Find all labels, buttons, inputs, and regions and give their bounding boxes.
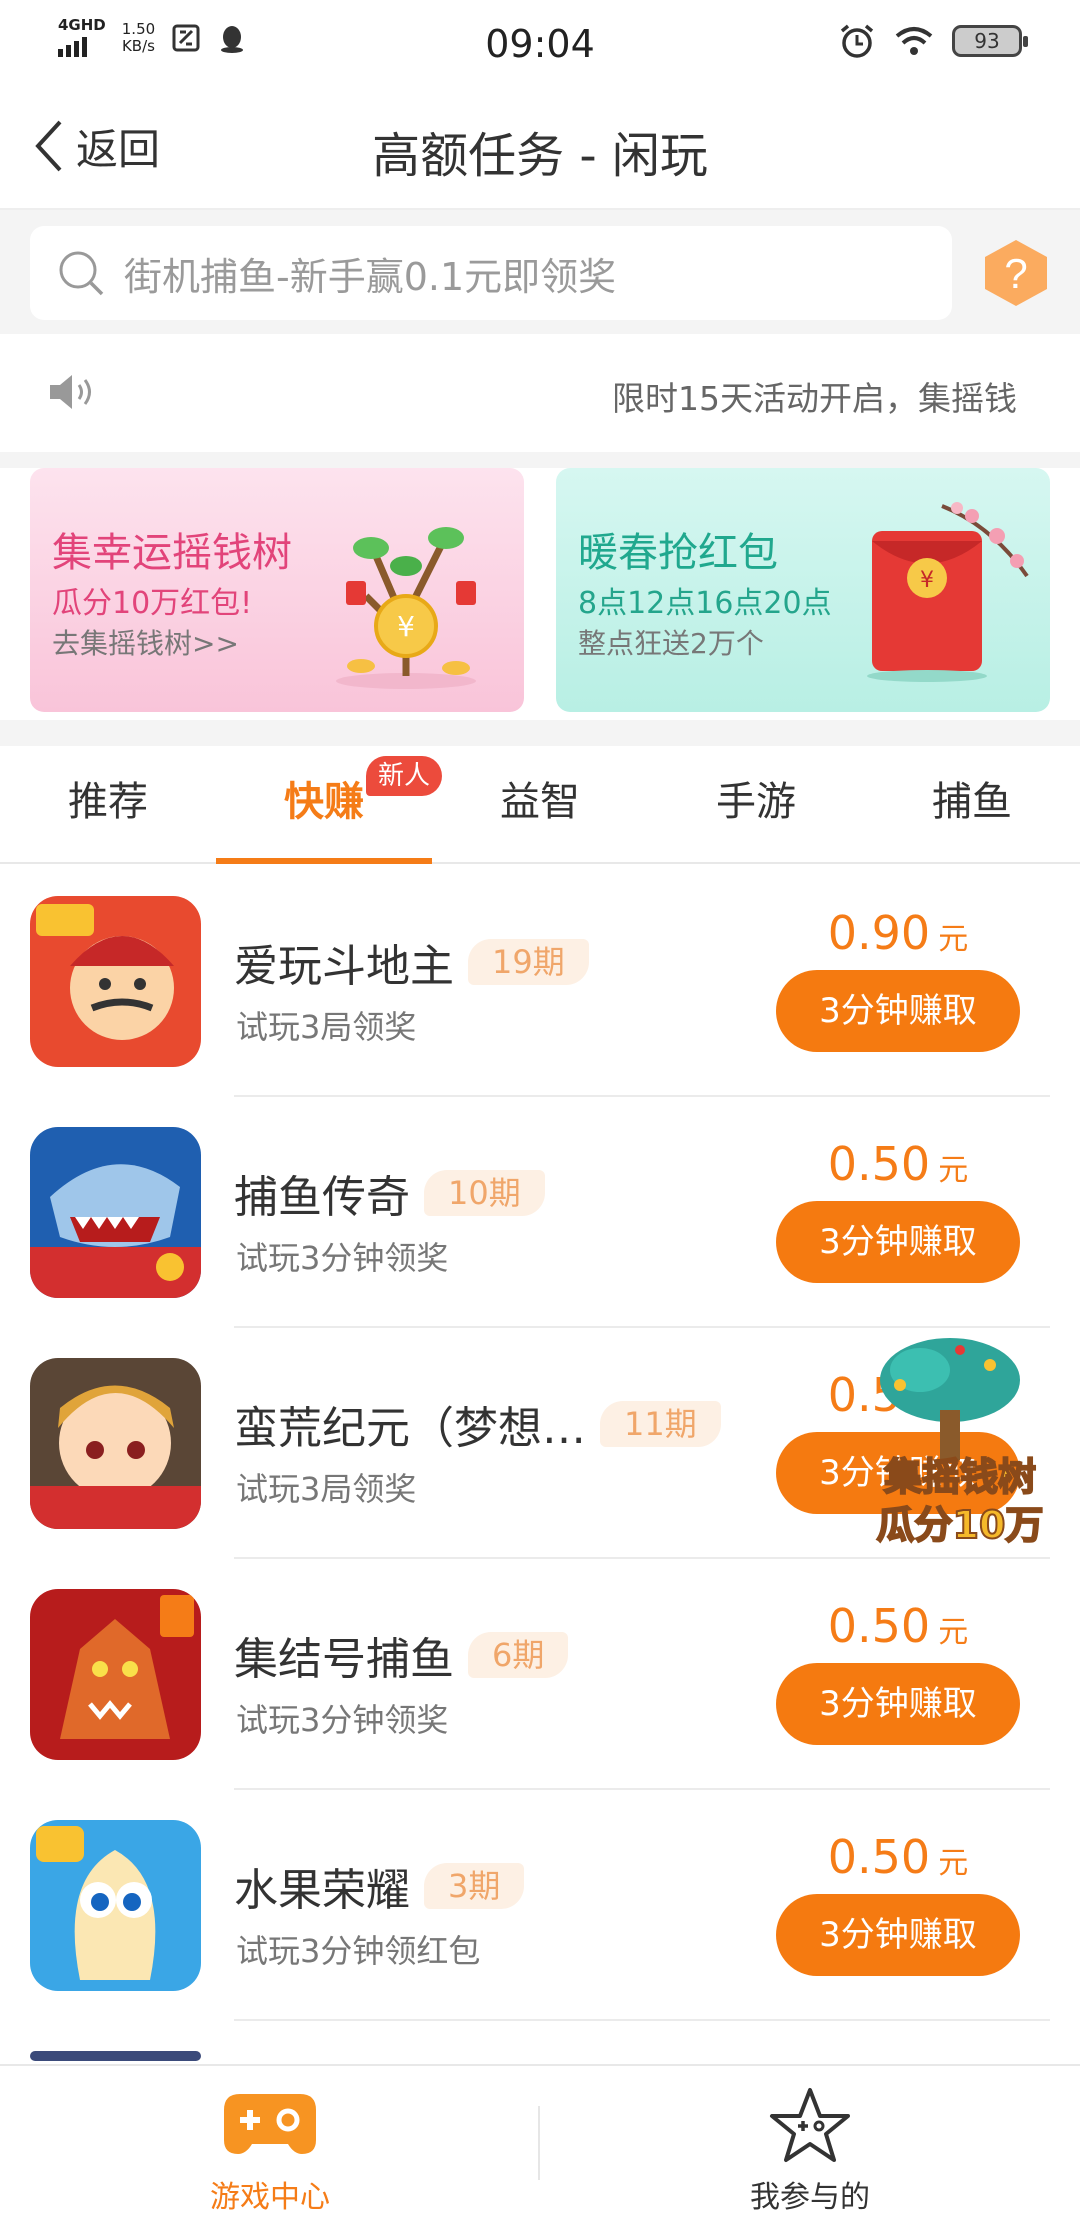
game-name: 爱玩斗地主 — [234, 941, 454, 992]
red-envelope-illustration: ¥ — [867, 502, 1029, 682]
reward-value: 0.50 — [827, 1830, 931, 1884]
reward-amount: 0.90 元 — [776, 906, 1020, 960]
page-title: 高额任务 - 闲玩 — [372, 128, 708, 184]
wifi-icon — [895, 27, 933, 55]
search-area: 街机捕鱼-新手赢0.1元即领奖 ? — [0, 210, 1080, 334]
divider — [0, 452, 1080, 468]
category-tabs: 推荐 快赚 益智 手游 捕鱼 新人 — [0, 746, 1080, 864]
nav-label: 游戏中心 — [210, 2180, 330, 2214]
reward-unit: 元 — [938, 1846, 969, 1881]
notice-bar[interactable]: 限时15天活动开启，集摇钱 — [0, 334, 1080, 452]
title-bar: 返回 高额任务 - 闲玩 — [0, 86, 1080, 210]
game-title-row: 爱玩斗地主 19期 — [234, 930, 589, 994]
status-right: 93 — [838, 22, 1028, 60]
list-item[interactable]: 捕鱼传奇 10期 试玩3分钟领奖 0.50 元 3分钟赚取 — [0, 1097, 1080, 1328]
tab-recommend[interactable]: 推荐 — [0, 746, 216, 864]
notice-text: 限时15天活动开启，集摇钱 — [612, 379, 1017, 418]
game-desc: 试玩3局领奖 — [236, 1470, 417, 1508]
money-tree-floating-button[interactable]: 集摇钱树 瓜分10万 — [860, 1330, 1060, 1550]
svg-text:?: ? — [1004, 250, 1027, 297]
tab-fishing[interactable]: 捕鱼 — [864, 746, 1080, 864]
reward-value: 0.50 — [827, 1599, 931, 1653]
active-tab-indicator — [216, 858, 432, 864]
banner-link: 整点狂送2万个 — [578, 627, 764, 660]
game-icon-fishing-legend — [30, 1127, 201, 1298]
banner-link: 去集摇钱树>> — [52, 627, 239, 660]
game-name: 集结号捕鱼 — [234, 1634, 454, 1685]
star-gamepad-icon — [770, 2088, 850, 2162]
battery-icon: 93 — [952, 25, 1028, 57]
divider — [0, 720, 1080, 746]
nav-game-center[interactable]: 游戏中心 — [0, 2066, 540, 2214]
game-icon-fruit-glory — [30, 1820, 201, 1991]
help-icon[interactable]: ? — [983, 238, 1049, 308]
nav-label: 我参与的 — [750, 2180, 870, 2214]
banner-subtitle: 瓜分10万红包! — [52, 586, 253, 621]
svg-text:¥: ¥ — [920, 568, 934, 593]
svg-text:¥: ¥ — [397, 610, 415, 643]
period-tag: 11期 — [600, 1401, 721, 1447]
reward-amount: 0.50元 — [776, 1599, 1020, 1653]
banner-title: 集幸运摇钱树 — [52, 530, 292, 576]
list-item[interactable]: 集结号捕鱼 6期 试玩3分钟领奖 0.50 元 3分钟赚取 — [0, 1559, 1080, 1790]
game-name: 蛮荒纪元（梦想… — [234, 1403, 586, 1454]
game-desc: 试玩3分钟领红包 — [236, 1932, 481, 1970]
game-desc: 试玩3分钟领奖 — [236, 1239, 449, 1277]
reward-unit: 元 — [938, 922, 969, 957]
earn-button[interactable]: 3分钟赚取 — [776, 970, 1020, 1052]
floating-badge-line2: 瓜分10万 — [877, 1503, 1044, 1547]
game-icon-manhuang — [30, 1358, 201, 1529]
game-title-row: 蛮荒纪元（梦想… 11期 — [234, 1392, 721, 1456]
search-placeholder: 街机捕鱼-新手赢0.1元即领奖 — [124, 254, 617, 299]
banner-subtitle: 8点12点16点20点 — [578, 586, 832, 621]
floating-badge-line1: 集摇钱树 — [883, 1455, 1036, 1499]
tab-mobile-games[interactable]: 手游 — [648, 746, 864, 864]
list-item-partial[interactable] — [0, 2021, 1080, 2061]
red-packet-banner[interactable]: 暖春抢红包 8点12点16点20点 整点狂送2万个 ¥ — [556, 468, 1050, 712]
search-icon — [59, 251, 104, 296]
period-tag: 6期 — [468, 1632, 569, 1678]
tab-puzzle[interactable]: 益智 — [432, 746, 648, 864]
money-tree-illustration: ¥ — [336, 527, 476, 689]
alarm-icon — [840, 24, 874, 58]
game-desc: 试玩3局领奖 — [236, 1008, 417, 1046]
nav-my-participation[interactable]: 我参与的 — [540, 2066, 1080, 2214]
reward-value: 0.90 — [827, 906, 931, 960]
game-icon-doudizhu — [30, 896, 201, 1067]
bottom-nav: 游戏中心 我参与的 — [0, 2064, 1080, 2214]
game-desc: 试玩3分钟领奖 — [236, 1701, 449, 1739]
reward-unit: 元 — [938, 1153, 969, 1188]
reward-unit: 元 — [938, 1615, 969, 1650]
period-tag: 3期 — [424, 1863, 525, 1909]
game-title-row: 集结号捕鱼 6期 — [234, 1623, 569, 1687]
gamepad-icon — [224, 2094, 316, 2154]
reward-amount: 0.50元 — [776, 1137, 1020, 1191]
list-item[interactable]: 水果荣耀 3期 试玩3分钟领红包 0.50 元 3分钟赚取 — [0, 1790, 1080, 2021]
banner-title: 暖春抢红包 — [578, 530, 778, 576]
period-tag: 19期 — [468, 939, 589, 985]
speaker-icon — [50, 375, 91, 409]
banner-section: 集幸运摇钱树 瓜分10万红包! 去集摇钱树>> ¥ 暖春抢红包 8点12点16点… — [0, 468, 1080, 720]
reward-value: 0.50 — [827, 1137, 931, 1191]
game-icon-partial — [30, 2051, 201, 2061]
game-name: 水果荣耀 — [234, 1865, 410, 1916]
game-icon-jijiehao — [30, 1589, 201, 1760]
period-tag: 10期 — [424, 1170, 545, 1216]
game-title-row: 水果荣耀 3期 — [234, 1854, 525, 1918]
earn-button[interactable]: 3分钟赚取 — [776, 1663, 1020, 1745]
earn-button[interactable]: 3分钟赚取 — [776, 1201, 1020, 1283]
game-title-row: 捕鱼传奇 10期 — [234, 1161, 545, 1225]
earn-button[interactable]: 3分钟赚取 — [776, 1894, 1020, 1976]
status-bar: 4GHD 1.50 KB/s 09:04 93 — [0, 0, 1080, 86]
game-name: 捕鱼传奇 — [234, 1172, 410, 1223]
reward-amount: 0.50元 — [776, 1830, 1020, 1884]
money-tree-banner[interactable]: 集幸运摇钱树 瓜分10万红包! 去集摇钱树>> ¥ — [30, 468, 524, 712]
search-input[interactable]: 街机捕鱼-新手赢0.1元即领奖 — [30, 226, 952, 320]
new-user-badge: 新人 — [366, 756, 443, 796]
list-item[interactable]: 爱玩斗地主 19期 试玩3局领奖 0.90 元 3分钟赚取 — [0, 866, 1080, 1097]
